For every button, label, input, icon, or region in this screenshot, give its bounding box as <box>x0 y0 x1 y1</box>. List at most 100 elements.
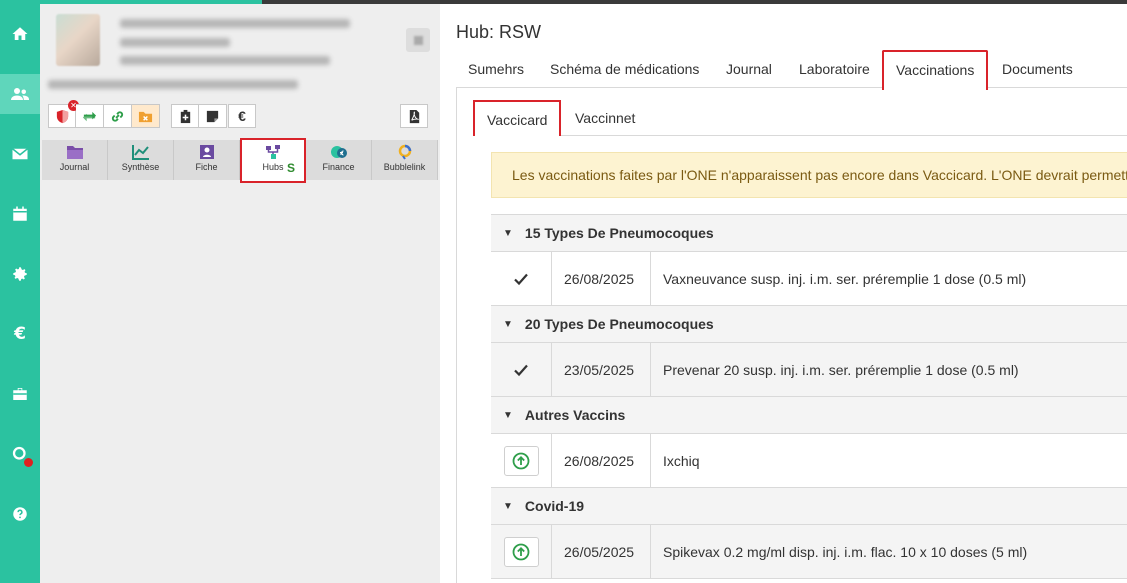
patient-id-redacted <box>120 38 230 47</box>
module-tab-journal[interactable]: Journal <box>42 140 108 180</box>
chart-icon <box>131 145 149 160</box>
toolbox-icon <box>13 388 27 400</box>
group-title: Covid-19 <box>524 498 585 514</box>
tab-schema-medications[interactable]: Schéma de médications <box>550 50 699 88</box>
upload-button[interactable] <box>503 445 539 476</box>
tab-laboratoire[interactable]: Laboratoire <box>799 50 870 88</box>
finance-button[interactable]: € <box>228 104 256 128</box>
date-cell: 26/08/2025 <box>552 434 651 487</box>
gear-icon <box>13 267 27 281</box>
left-rail: € <box>0 4 40 583</box>
date-cell: 26/08/2025 <box>552 252 651 305</box>
vaccine-name-cell: Vaxneuvance susp. inj. i.m. ser. préremp… <box>663 270 1027 287</box>
module-tab-bubblelink[interactable]: Bubblelink <box>372 140 438 180</box>
patient-info-redacted <box>120 56 330 65</box>
pdf-button[interactable] <box>400 104 428 128</box>
patient-address-redacted <box>48 80 298 89</box>
rail-tools[interactable] <box>0 374 40 414</box>
patient-action-group-3: € <box>228 104 256 128</box>
caret-down-icon: ▼ <box>503 318 513 330</box>
vaccination-table: ▼ 15 Types De Pneumocoques 26/08/2025 Va… <box>491 214 1127 579</box>
group-header[interactable]: ▼ 20 Types De Pneumocoques <box>491 306 1127 343</box>
status-cell <box>491 343 552 396</box>
table-row: 26/05/2025 Spikevax 0.2 mg/ml disp. inj.… <box>491 525 1127 579</box>
upload-icon <box>512 452 530 469</box>
calendar-icon <box>13 206 27 221</box>
tab-documents[interactable]: Documents <box>1002 50 1073 88</box>
rail-finance[interactable]: € <box>0 314 40 354</box>
vaccine-name-cell: Spikevax 0.2 mg/ml disp. inj. i.m. flac.… <box>663 543 1028 560</box>
check-icon <box>514 273 528 285</box>
module-tab-finance[interactable]: Finance <box>306 140 372 180</box>
vaccinations-panel: Vaccicard Vaccinnet Les vaccinations fai… <box>456 88 1127 583</box>
link-icon <box>111 110 124 122</box>
tab-vaccinnet[interactable]: Vaccinnet <box>575 100 635 136</box>
page-title: Hub: RSW <box>456 22 542 42</box>
rail-home[interactable] <box>0 14 40 54</box>
upload-button[interactable] <box>503 536 539 567</box>
clipboard-plus-icon <box>180 109 190 123</box>
pdf-icon <box>409 109 419 123</box>
group-header[interactable]: ▼ Covid-19 <box>491 488 1127 525</box>
status-cell <box>491 434 552 487</box>
date-cell: 26/05/2025 <box>552 525 651 578</box>
vaccine-name-cell: Prevenar 20 susp. inj. i.m. ser. préremp… <box>663 361 1019 378</box>
vaccination-source-tabs: Vaccicard Vaccinnet <box>473 100 1127 136</box>
help-icon <box>13 507 27 521</box>
collapse-icon <box>413 35 423 45</box>
patient-action-group-2 <box>171 104 227 128</box>
folder-icon <box>66 146 83 159</box>
note-button[interactable] <box>199 104 227 128</box>
sync-button[interactable] <box>76 104 104 128</box>
rail-settings[interactable] <box>0 254 40 294</box>
rail-help[interactable] <box>0 494 40 534</box>
rail-patients[interactable] <box>0 74 40 114</box>
caret-down-icon: ▼ <box>503 409 513 421</box>
group-title: Autres Vaccins <box>524 407 626 423</box>
group-header[interactable]: ▼ Autres Vaccins <box>491 397 1127 434</box>
group-header[interactable]: ▼ 15 Types De Pneumocoques <box>491 215 1127 252</box>
link-button[interactable] <box>104 104 132 128</box>
rail-mail[interactable] <box>0 134 40 174</box>
module-tab-fiche[interactable]: Fiche <box>174 140 240 180</box>
main-content: Hub: RSW Sumehrs Schéma de médications J… <box>440 4 1127 583</box>
patient-avatar <box>56 14 100 66</box>
users-icon <box>11 88 29 100</box>
group-title: 20 Types De Pneumocoques <box>524 316 714 332</box>
transfer-icon <box>82 111 97 121</box>
table-row: 23/05/2025 Prevenar 20 susp. inj. i.m. s… <box>491 343 1127 397</box>
shield-icon <box>56 109 68 123</box>
status-cell <box>491 525 552 578</box>
vaccine-name-cell: Ixchiq <box>663 452 700 469</box>
tab-vaccinations[interactable]: Vaccinations <box>882 50 989 90</box>
envelope-icon <box>12 148 28 160</box>
tab-vaccicard[interactable]: Vaccicard <box>473 100 562 136</box>
panel-collapse-button[interactable] <box>406 28 430 52</box>
group-title: 15 Types De Pneumocoques <box>524 225 714 241</box>
hub-status-badge: S <box>287 161 296 175</box>
tab-sumehrs[interactable]: Sumehrs <box>468 50 524 88</box>
upload-icon <box>512 543 530 560</box>
id-card-icon <box>199 145 214 159</box>
euro-icon: € <box>14 324 26 344</box>
bubblelink-icon <box>398 144 411 160</box>
sticky-note-icon <box>206 110 219 122</box>
insurability-button[interactable]: ✕ <box>48 100 79 128</box>
warning-banner: Les vaccinations faites par l'ONE n'appa… <box>491 152 1127 198</box>
check-icon <box>514 364 528 376</box>
clipboard-button[interactable] <box>171 104 199 128</box>
tab-journal[interactable]: Journal <box>726 50 772 88</box>
date-cell: 23/05/2025 <box>552 343 651 396</box>
module-tab-synthese[interactable]: Synthèse <box>108 140 174 180</box>
rail-calendar[interactable] <box>0 194 40 234</box>
patient-action-group-4 <box>400 104 428 128</box>
status-cell <box>491 252 552 305</box>
folder-x-icon <box>138 111 153 122</box>
hub-tabs: Sumehrs Schéma de médications Journal La… <box>456 50 1127 90</box>
patient-name-redacted <box>120 19 350 28</box>
module-tab-hubs[interactable]: Hubs S <box>240 138 306 183</box>
folder-remove-button[interactable] <box>132 104 160 128</box>
rail-integrations[interactable] <box>0 434 40 474</box>
finance-icon <box>330 146 347 158</box>
hub-icon <box>266 145 280 159</box>
